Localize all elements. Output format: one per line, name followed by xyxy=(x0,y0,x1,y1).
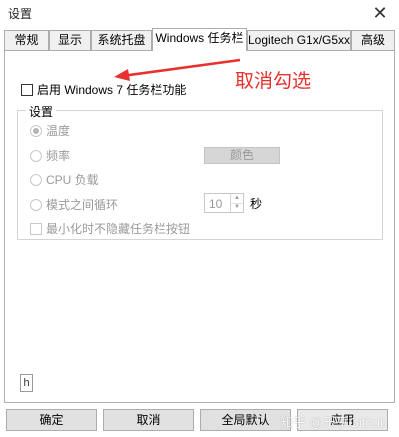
title-bar: 设置 ✕ xyxy=(0,0,399,26)
radio-temperature-label: 温度 xyxy=(46,124,71,138)
pin-icon[interactable]: h xyxy=(20,374,33,392)
global-default-button[interactable]: 全局默认 xyxy=(200,409,291,431)
stepper-down-icon[interactable]: ▼ xyxy=(231,203,243,212)
tab-logitech[interactable]: Logitech G1x/G5xx xyxy=(247,30,351,50)
settings-group: 设置 温度 频率 颜色 CPU 负载 模式之间循环 10 ▲ ▼ 秒 最小化时不… xyxy=(17,103,383,240)
radio-cycle-modes[interactable]: 模式之间循环 xyxy=(30,196,118,213)
annotation-arrow-icon xyxy=(114,58,241,81)
checkbox-box[interactable] xyxy=(30,222,42,235)
hide-taskbar-button-label: 最小化时不隐藏任务栏按钮 xyxy=(46,222,191,236)
watermark-text: 知乎 @乐享Github xyxy=(280,415,388,430)
radio-temperature[interactable]: 温度 xyxy=(30,122,70,139)
tab-strip: 常规 显示 系统托盘 Windows 任务栏 Logitech G1x/G5xx… xyxy=(4,28,395,51)
radio-cpu-load[interactable]: CPU 负载 xyxy=(30,171,99,188)
annotation-text: 取消勾选 xyxy=(235,71,312,92)
close-icon[interactable]: ✕ xyxy=(369,2,391,24)
tab-general[interactable]: 常规 xyxy=(4,30,49,50)
radio-frequency-label: 频率 xyxy=(46,149,71,163)
cycle-interval-stepper[interactable]: 10 ▲ ▼ xyxy=(204,193,244,213)
settings-group-title: 设置 xyxy=(26,103,57,120)
radio-button[interactable] xyxy=(30,198,42,211)
checkbox-box[interactable] xyxy=(21,83,33,96)
ok-button[interactable]: 确定 xyxy=(6,409,97,431)
window-title: 设置 xyxy=(8,7,33,21)
color-button[interactable]: 颜色 xyxy=(204,147,280,164)
tab-display[interactable]: 显示 xyxy=(49,30,91,50)
cycle-interval-unit: 秒 xyxy=(250,197,263,211)
radio-cpu-load-label: CPU 负载 xyxy=(46,173,99,187)
tab-windows-taskbar[interactable]: Windows 任务栏 xyxy=(152,28,247,51)
radio-button[interactable] xyxy=(30,124,42,137)
radio-button[interactable] xyxy=(30,149,42,162)
cycle-interval-value[interactable]: 10 xyxy=(209,197,222,211)
tab-system-tray[interactable]: 系统托盘 xyxy=(91,30,152,50)
stepper-buttons: ▲ ▼ xyxy=(230,194,243,212)
radio-button[interactable] xyxy=(30,173,42,186)
radio-cycle-modes-label: 模式之间循环 xyxy=(46,198,119,212)
tab-advanced[interactable]: 高级 xyxy=(351,30,395,50)
hide-taskbar-button-checkbox[interactable]: 最小化时不隐藏任务栏按钮 xyxy=(30,220,190,237)
radio-frequency[interactable]: 频率 xyxy=(30,147,70,164)
cancel-button[interactable]: 取消 xyxy=(103,409,194,431)
